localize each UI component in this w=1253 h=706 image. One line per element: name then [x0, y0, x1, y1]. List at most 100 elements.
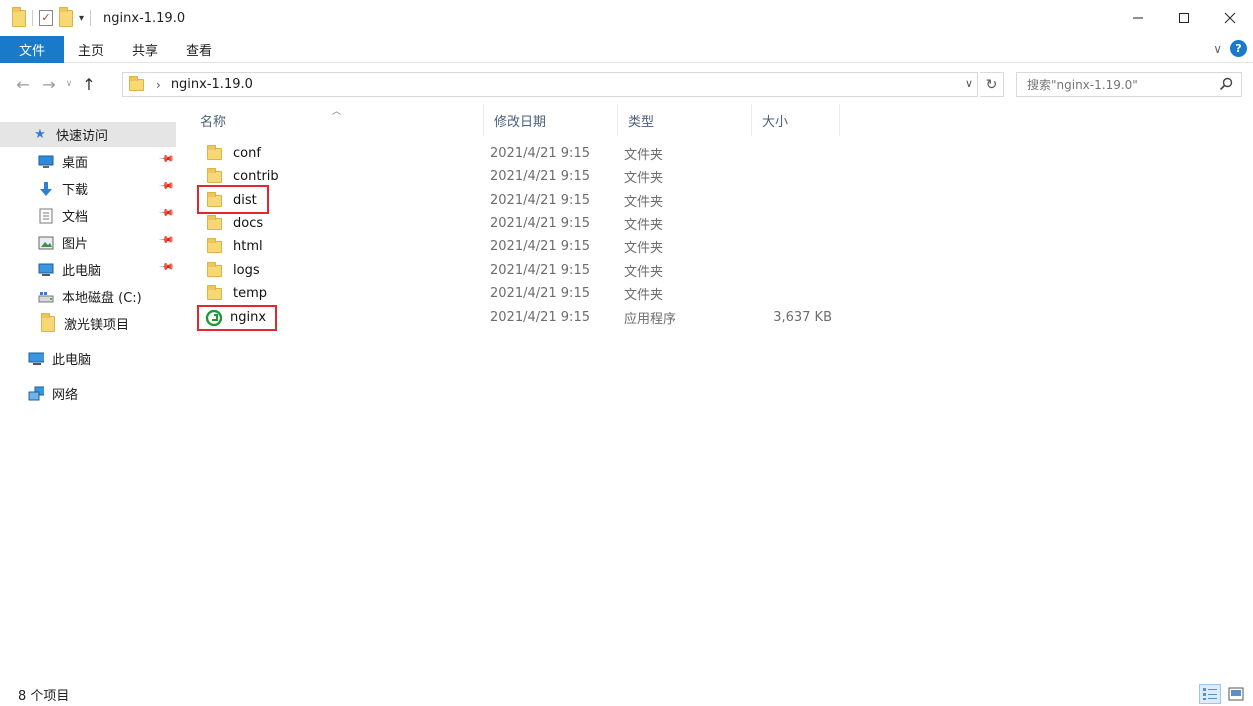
help-icon[interactable]: ? — [1230, 40, 1247, 57]
customize-toolbar-icon[interactable]: ▾ — [79, 13, 84, 24]
sidebar-item-label: 文档 — [62, 210, 89, 225]
network-icon — [28, 386, 44, 402]
search-box[interactable] — [1016, 72, 1242, 97]
column-header-date[interactable]: 修改日期 — [484, 104, 618, 136]
column-header-size[interactable]: 大小 — [752, 104, 840, 136]
close-button[interactable] — [1207, 0, 1253, 36]
sidebar-item-downloads[interactable]: 下载 📌 — [0, 176, 176, 201]
large-icons-view-button[interactable] — [1225, 684, 1247, 704]
sidebar-item-label: 激光镁项目 — [64, 318, 130, 333]
sidebar-item-pictures[interactable]: 图片 📌 — [0, 230, 176, 255]
back-button[interactable]: ← — [10, 71, 36, 97]
folder-icon — [12, 6, 26, 27]
sidebar-item-quick-access[interactable]: ★ 快速访问 — [0, 122, 176, 147]
file-type: 应用程序 — [624, 312, 677, 327]
highlight-box-nginx — [197, 305, 277, 331]
column-header-label: 大小 — [762, 114, 789, 130]
forward-button[interactable]: → — [36, 71, 62, 97]
tab-file[interactable]: 文件 — [0, 35, 64, 63]
sidebar-item-network[interactable]: 网络 — [0, 381, 176, 406]
address-history-icon[interactable]: ∨ — [965, 77, 973, 90]
folder-icon — [207, 261, 222, 277]
recent-locations-button[interactable]: ∨ — [62, 71, 76, 97]
breadcrumb-current[interactable]: nginx-1.19.0 — [171, 77, 253, 92]
sidebar-item-label: 图片 — [62, 237, 89, 252]
expand-ribbon-icon[interactable]: ∨ — [1213, 42, 1222, 56]
file-size — [758, 189, 832, 212]
pin-icon[interactable]: 📌 — [157, 232, 174, 249]
tab-home[interactable]: 主页 — [64, 36, 118, 63]
sidebar-item-label: 桌面 — [62, 156, 89, 171]
pin-icon[interactable]: 📌 — [157, 151, 174, 168]
file-row-logs[interactable]: logs 2021/4/21 9:15 文件夹 — [200, 259, 840, 282]
document-icon — [38, 208, 54, 224]
column-header-type[interactable]: 类型 — [618, 104, 752, 136]
column-header-name[interactable]: 名称 — [190, 104, 484, 136]
sidebar-item-local-disk[interactable]: 本地磁盘 (C:) — [0, 284, 176, 309]
address-bar[interactable]: › nginx-1.19.0 ∨ — [122, 72, 978, 97]
details-view-icon — [1203, 688, 1217, 700]
search-icon[interactable] — [1219, 77, 1233, 91]
folder-icon — [207, 237, 222, 253]
column-header-label: 修改日期 — [494, 114, 547, 130]
properties-icon[interactable]: ✓ — [39, 10, 53, 26]
folder-icon — [207, 167, 222, 183]
pin-icon[interactable]: 📌 — [157, 178, 174, 195]
tab-view[interactable]: 查看 — [172, 36, 226, 63]
new-folder-icon[interactable] — [59, 6, 73, 27]
tab-share[interactable]: 共享 — [118, 36, 172, 63]
pictures-icon — [38, 235, 54, 251]
file-row-temp[interactable]: temp 2021/4/21 9:15 文件夹 — [200, 282, 840, 305]
sidebar-item-project-folder[interactable]: 激光镁项目 — [0, 311, 176, 336]
sidebar-item-label: 此电脑 — [62, 264, 102, 279]
minimize-button[interactable] — [1115, 0, 1161, 36]
highlight-box-dist — [197, 185, 269, 214]
file-name: contrib — [233, 169, 279, 184]
file-date: 2021/4/21 9:15 — [490, 216, 590, 231]
sidebar-item-label: 此电脑 — [52, 353, 92, 368]
file-name: temp — [233, 286, 268, 301]
chevron-down-icon: ∨ — [65, 79, 73, 89]
sidebar-item-desktop[interactable]: 桌面 📌 — [0, 149, 176, 174]
file-date: 2021/4/21 9:15 — [490, 286, 590, 301]
breadcrumb-chevron-icon[interactable]: › — [156, 78, 161, 92]
search-input[interactable] — [1017, 77, 1207, 92]
up-button[interactable]: ↑ — [76, 71, 102, 97]
sidebar-item-label: 下载 — [62, 183, 89, 198]
file-row-contrib[interactable]: contrib 2021/4/21 9:15 文件夹 — [200, 165, 840, 188]
sidebar-item-this-pc-quick[interactable]: 此电脑 📌 — [0, 257, 176, 282]
file-row-docs[interactable]: docs 2021/4/21 9:15 文件夹 — [200, 212, 840, 235]
up-arrow-icon: ↑ — [82, 74, 96, 94]
file-row-nginx[interactable]: nginx 2021/4/21 9:15 应用程序 3,637 KB — [200, 306, 840, 329]
column-header-label: 类型 — [628, 114, 655, 130]
file-size — [758, 165, 832, 188]
item-count: 8 个项目 — [18, 688, 70, 704]
navigation-pane: ★ 快速访问 桌面 📌 下载 📌 文档 📌 图片 📌 此电脑 📌 本地磁盘 (C… — [0, 104, 190, 682]
file-row-dist[interactable]: dist 2021/4/21 9:15 文件夹 — [200, 189, 840, 212]
folder-icon — [207, 284, 222, 300]
download-icon — [38, 181, 54, 197]
details-view-button[interactable] — [1199, 684, 1221, 704]
pin-icon[interactable]: 📌 — [157, 259, 174, 276]
maximize-button[interactable] — [1161, 0, 1207, 36]
drive-icon — [38, 289, 54, 305]
file-type: 文件夹 — [624, 265, 664, 280]
refresh-icon: ↻ — [985, 76, 998, 93]
sidebar-item-documents[interactable]: 文档 📌 — [0, 203, 176, 228]
close-icon — [1224, 12, 1236, 24]
window-title: nginx-1.19.0 — [103, 10, 186, 26]
column-header-label: 名称 — [200, 114, 227, 130]
status-bar: 8 个项目 — [0, 682, 1253, 706]
folder-icon — [207, 144, 222, 160]
sidebar-item-this-pc[interactable]: 此电脑 — [0, 346, 176, 371]
forward-arrow-icon: → — [42, 74, 56, 94]
pin-icon[interactable]: 📌 — [157, 205, 174, 222]
file-type: 文件夹 — [624, 218, 664, 233]
file-row-conf[interactable]: conf 2021/4/21 9:15 文件夹 — [200, 142, 840, 165]
separator — [32, 10, 33, 26]
back-arrow-icon: ← — [16, 74, 30, 94]
file-name: docs — [233, 216, 264, 231]
file-row-html[interactable]: html 2021/4/21 9:15 文件夹 — [200, 235, 840, 258]
folder-icon — [129, 75, 144, 91]
refresh-button[interactable]: ↻ — [980, 72, 1004, 97]
